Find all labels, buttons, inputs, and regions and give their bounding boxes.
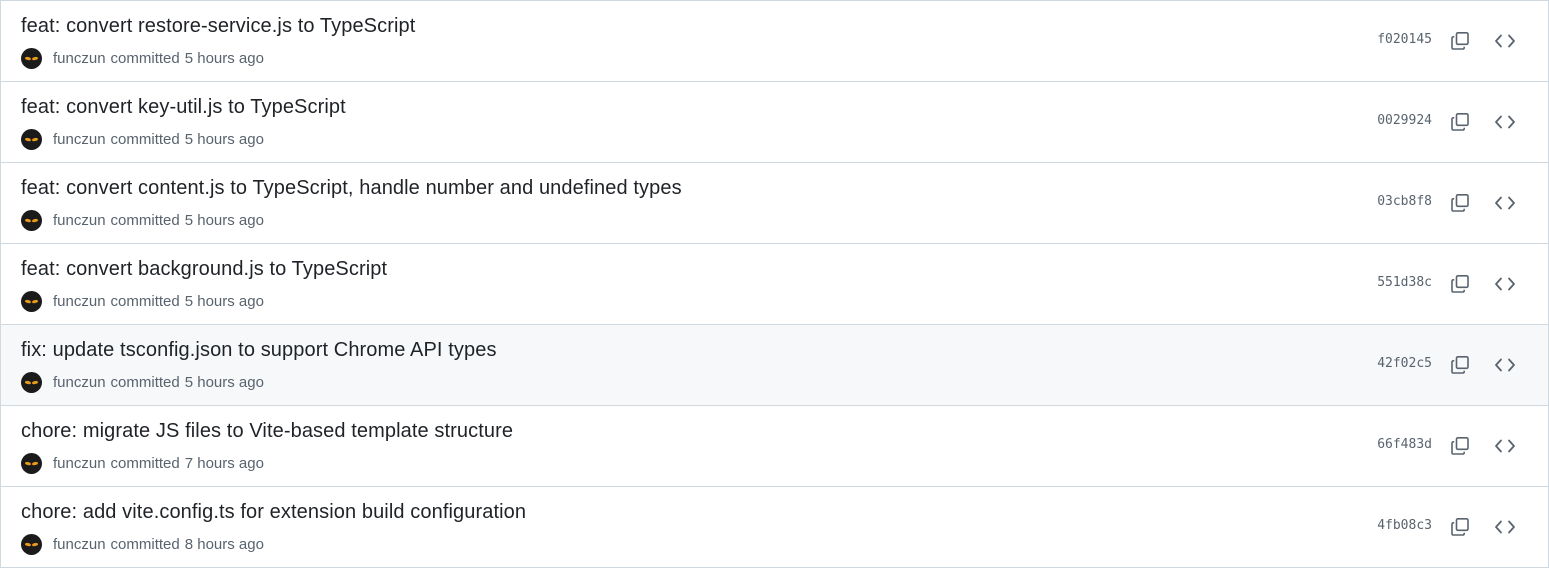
- commit-time: 5 hours ago: [184, 130, 264, 148]
- commit-time: 8 hours ago: [184, 535, 264, 553]
- commit-action-text: committed: [110, 454, 180, 472]
- commit-meta: funczun committed 5 hours ago: [21, 371, 264, 393]
- commit-action-text: committed: [110, 49, 180, 67]
- author-avatar-icon[interactable]: [21, 209, 42, 231]
- copy-sha-button[interactable]: [1448, 191, 1472, 215]
- copy-sha-button[interactable]: [1448, 29, 1472, 53]
- commit-title-link[interactable]: feat: convert key-util.js to TypeScript: [21, 96, 346, 119]
- commit-sha-link[interactable]: 551d38c: [1377, 275, 1432, 290]
- commit-row[interactable]: feat: convert background.js to TypeScrip…: [1, 243, 1548, 324]
- commit-sha-link[interactable]: f020145: [1377, 32, 1432, 47]
- author-avatar-icon[interactable]: [21, 290, 42, 312]
- commit-sha-link[interactable]: 0029924: [1377, 113, 1432, 128]
- commit-time: 7 hours ago: [184, 454, 264, 472]
- copy-sha-button[interactable]: [1448, 272, 1472, 296]
- commit-sha-link[interactable]: 42f02c5: [1377, 356, 1432, 371]
- author-link[interactable]: funczun: [53, 131, 106, 148]
- author-avatar-icon[interactable]: [21, 533, 42, 555]
- author-avatar-icon[interactable]: [21, 371, 42, 393]
- browse-repo-button[interactable]: [1493, 515, 1517, 539]
- copy-sha-button[interactable]: [1448, 515, 1472, 539]
- code-icon: [1495, 277, 1515, 291]
- commit-title-link[interactable]: feat: convert content.js to TypeScript, …: [21, 177, 682, 200]
- commit-time: 5 hours ago: [184, 292, 264, 310]
- commit-meta: funczun committed 8 hours ago: [21, 533, 264, 555]
- commit-row[interactable]: feat: convert content.js to TypeScript, …: [1, 162, 1548, 243]
- commit-time: 5 hours ago: [184, 49, 264, 67]
- author-link[interactable]: funczun: [53, 293, 106, 310]
- commit-sha-link[interactable]: 03cb8f8: [1377, 194, 1432, 209]
- copy-icon: [1451, 31, 1469, 50]
- copy-icon: [1451, 193, 1469, 212]
- author-avatar-icon[interactable]: [21, 128, 42, 150]
- author-link[interactable]: funczun: [53, 50, 106, 67]
- author-link[interactable]: funczun: [53, 536, 106, 553]
- commit-meta: funczun committed 5 hours ago: [21, 128, 264, 150]
- copy-icon: [1451, 436, 1469, 455]
- commit-action-text: committed: [110, 373, 180, 391]
- commit-action-text: committed: [110, 292, 180, 310]
- copy-sha-button[interactable]: [1448, 110, 1472, 134]
- browse-repo-button[interactable]: [1493, 191, 1517, 215]
- commit-title-link[interactable]: feat: convert restore-service.js to Type…: [21, 15, 415, 38]
- copy-sha-button[interactable]: [1448, 353, 1472, 377]
- author-link[interactable]: funczun: [53, 212, 106, 229]
- browse-repo-button[interactable]: [1493, 434, 1517, 458]
- code-icon: [1495, 196, 1515, 210]
- copy-icon: [1451, 274, 1469, 293]
- copy-sha-button[interactable]: [1448, 434, 1472, 458]
- browse-repo-button[interactable]: [1493, 353, 1517, 377]
- code-icon: [1495, 520, 1515, 534]
- commit-sha-link[interactable]: 4fb08c3: [1377, 518, 1432, 533]
- commit-time: 5 hours ago: [184, 211, 264, 229]
- browse-repo-button[interactable]: [1493, 110, 1517, 134]
- author-link[interactable]: funczun: [53, 455, 106, 472]
- commit-meta: funczun committed 5 hours ago: [21, 290, 264, 312]
- commit-row[interactable]: feat: convert key-util.js to TypeScript …: [1, 81, 1548, 162]
- commit-title-link[interactable]: fix: update tsconfig.json to support Chr…: [21, 339, 497, 362]
- code-icon: [1495, 115, 1515, 129]
- commit-list: feat: convert restore-service.js to Type…: [0, 0, 1549, 568]
- commit-action-text: committed: [110, 130, 180, 148]
- commit-time: 5 hours ago: [184, 373, 264, 391]
- commit-meta: funczun committed 5 hours ago: [21, 47, 264, 69]
- commit-row[interactable]: feat: convert restore-service.js to Type…: [1, 0, 1548, 81]
- browse-repo-button[interactable]: [1493, 272, 1517, 296]
- commit-title-link[interactable]: chore: migrate JS files to Vite-based te…: [21, 420, 513, 443]
- copy-icon: [1451, 112, 1469, 131]
- author-avatar-icon[interactable]: [21, 452, 42, 474]
- commit-title-link[interactable]: chore: add vite.config.ts for extension …: [21, 501, 526, 524]
- commit-row[interactable]: chore: migrate JS files to Vite-based te…: [1, 405, 1548, 486]
- author-link[interactable]: funczun: [53, 374, 106, 391]
- code-icon: [1495, 358, 1515, 372]
- commit-row[interactable]: chore: add vite.config.ts for extension …: [1, 486, 1548, 567]
- commit-row[interactable]: fix: update tsconfig.json to support Chr…: [1, 324, 1548, 405]
- commit-action-text: committed: [110, 535, 180, 553]
- commit-sha-link[interactable]: 66f483d: [1377, 437, 1432, 452]
- browse-repo-button[interactable]: [1493, 29, 1517, 53]
- commit-action-text: committed: [110, 211, 180, 229]
- copy-icon: [1451, 355, 1469, 374]
- author-avatar-icon[interactable]: [21, 47, 42, 69]
- commit-meta: funczun committed 5 hours ago: [21, 209, 264, 231]
- commit-meta: funczun committed 7 hours ago: [21, 452, 264, 474]
- code-icon: [1495, 439, 1515, 453]
- commit-title-link[interactable]: feat: convert background.js to TypeScrip…: [21, 258, 387, 281]
- code-icon: [1495, 34, 1515, 48]
- copy-icon: [1451, 517, 1469, 536]
